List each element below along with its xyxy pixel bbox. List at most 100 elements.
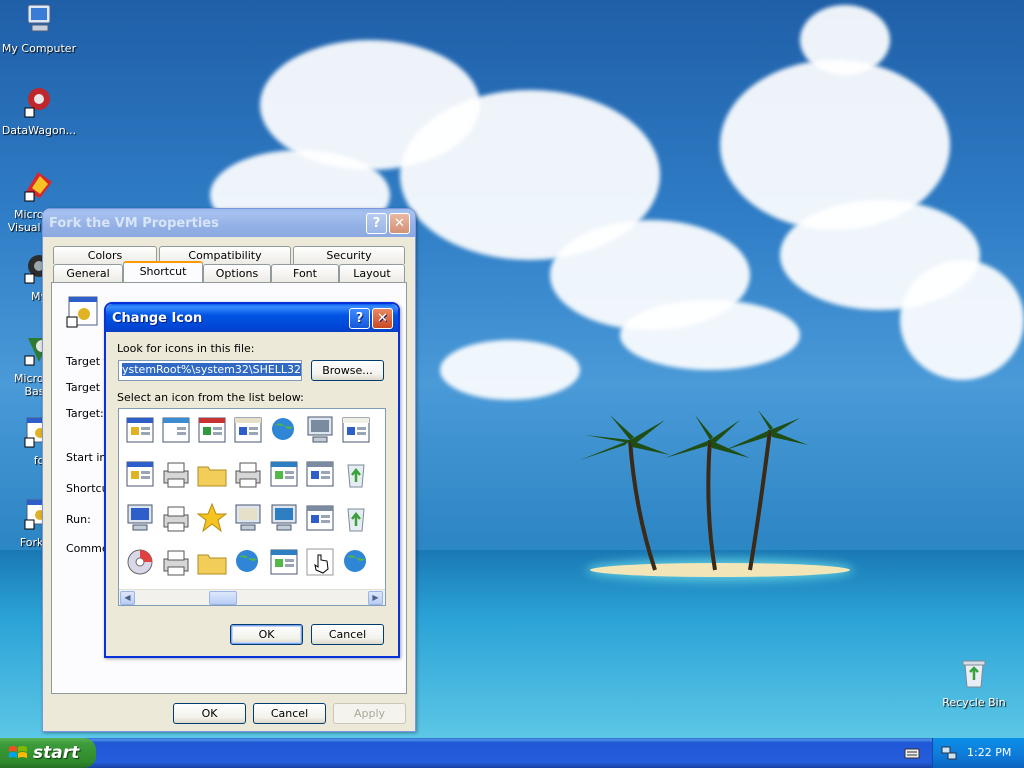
- help-button[interactable]: ?: [366, 212, 387, 234]
- favorites-star-icon: [196, 502, 228, 533]
- icon-cell[interactable]: [339, 545, 373, 579]
- properties-ok-button[interactable]: OK: [173, 703, 246, 724]
- run-label: Run:: [66, 513, 91, 526]
- tab-security[interactable]: Security: [293, 246, 405, 264]
- close-icon: ✕: [394, 215, 405, 231]
- application-gear-icon: [126, 417, 154, 443]
- properties-window-title: Fork the VM Properties: [49, 215, 219, 231]
- window-grid-icon: [342, 417, 370, 443]
- icon-cell[interactable]: [123, 457, 157, 491]
- system-tray: 1:22 PM: [932, 738, 1024, 768]
- properties-apply-button[interactable]: Apply: [333, 703, 406, 724]
- close-button[interactable]: ✕: [389, 212, 410, 234]
- browse-button[interactable]: Browse...: [311, 360, 384, 381]
- scroll-thumb[interactable]: [209, 591, 237, 605]
- tab-options[interactable]: Options: [203, 264, 271, 282]
- close-button[interactable]: ✕: [372, 307, 393, 329]
- desktop-icon-datawagon[interactable]: DataWagon...: [0, 84, 78, 137]
- icon-cell[interactable]: [231, 413, 265, 447]
- change-icon-titlebar[interactable]: Change Icon ? ✕: [106, 304, 398, 332]
- change-icon-cancel-button[interactable]: Cancel: [311, 624, 384, 645]
- icon-cell[interactable]: [159, 457, 193, 491]
- partial-icon: [375, 545, 386, 579]
- icon-cell[interactable]: [339, 413, 373, 447]
- icon-list[interactable]: ◀ ▶: [118, 408, 386, 606]
- close-icon: ✕: [377, 310, 388, 326]
- disk-printer-icon: [163, 550, 189, 576]
- network-computer-icon: [307, 416, 333, 443]
- window-list-icon: [270, 461, 298, 487]
- cd-drive-icon: [127, 549, 153, 575]
- icon-cell[interactable]: [267, 413, 301, 447]
- computer-error-icon: [127, 504, 153, 531]
- help-button[interactable]: ?: [349, 307, 370, 329]
- partial-icon: [375, 413, 386, 447]
- icon-cell[interactable]: [303, 457, 337, 491]
- clock[interactable]: 1:22 PM: [967, 746, 1011, 759]
- scroll-right-button[interactable]: ▶: [368, 591, 383, 605]
- icon-cell[interactable]: [303, 501, 337, 535]
- icon-cell[interactable]: [375, 545, 386, 579]
- icon-cell[interactable]: [195, 413, 229, 447]
- icon-cell[interactable]: [195, 545, 229, 579]
- icon-cell[interactable]: [375, 457, 386, 491]
- keyboard-icon[interactable]: [904, 746, 920, 760]
- icon-cell[interactable]: [123, 501, 157, 535]
- file-path-input[interactable]: ystemRoot%\system32\SHELL32.dll: [118, 360, 302, 381]
- scroll-left-button[interactable]: ◀: [120, 591, 135, 605]
- icon-cell[interactable]: [195, 457, 229, 491]
- icon-cell[interactable]: [159, 501, 193, 535]
- tab-general[interactable]: General: [53, 264, 123, 282]
- network-tree-icon: [234, 417, 262, 443]
- icon-cell[interactable]: [231, 545, 265, 579]
- icon-cell[interactable]: [267, 545, 301, 579]
- partial-icon: [375, 457, 386, 491]
- my-computer-icon: [27, 4, 51, 32]
- internet-globe-icon: [272, 418, 294, 440]
- printer-setup-icon: [235, 462, 261, 488]
- tab-shortcut[interactable]: Shortcut: [123, 261, 203, 282]
- icon-cell[interactable]: [303, 545, 337, 579]
- icon-cell[interactable]: [123, 545, 157, 579]
- icon-cell[interactable]: [123, 413, 157, 447]
- error-document-icon: [126, 461, 154, 487]
- properties-titlebar[interactable]: Fork the VM Properties ? ✕: [43, 209, 415, 237]
- icon-cell[interactable]: [231, 501, 265, 535]
- icon-cell[interactable]: [231, 457, 265, 491]
- icon-cell[interactable]: [159, 413, 193, 447]
- icon-cell[interactable]: [339, 501, 373, 535]
- question-mark-icon: ?: [355, 310, 364, 326]
- printer-check-icon: [163, 506, 189, 532]
- icon-cell[interactable]: [159, 545, 193, 579]
- change-icon-ok-button[interactable]: OK: [230, 624, 303, 645]
- properties-cancel-button[interactable]: Cancel: [253, 703, 326, 724]
- icon-cell[interactable]: [339, 457, 373, 491]
- visual-studio-icon: [24, 172, 52, 202]
- folder-list-icon: [197, 554, 227, 575]
- target-label: Target:: [66, 407, 104, 420]
- control-panel-blocks-icon: [198, 417, 226, 443]
- icon-cell[interactable]: [195, 501, 229, 535]
- desktop-icon-recycle-bin[interactable]: Recycle Bin: [935, 656, 1013, 709]
- tab-layout[interactable]: Layout: [339, 264, 405, 282]
- desktop-icon-my-computer[interactable]: My Computer: [0, 2, 78, 55]
- icon-cell[interactable]: [267, 457, 301, 491]
- globe-picture-icon: [236, 550, 258, 572]
- tab-font[interactable]: Font: [271, 264, 339, 282]
- icon-cell[interactable]: [375, 413, 386, 447]
- icon-cell[interactable]: [303, 413, 337, 447]
- shortcut-key-label: Shortcu: [66, 482, 109, 495]
- icon-cell[interactable]: [375, 501, 385, 535]
- datawagon-icon: [24, 88, 50, 118]
- palm-trees: [580, 410, 808, 571]
- start-button[interactable]: start: [0, 738, 96, 768]
- select-icon-label: Select an icon from the list below:: [117, 391, 304, 404]
- hand-cursor-icon: [306, 548, 334, 576]
- icon-cell[interactable]: [267, 501, 301, 535]
- horizontal-scrollbar[interactable]: ◀ ▶: [119, 589, 385, 605]
- printer-folder-icon: [163, 462, 189, 488]
- recycle-bin-icon: [347, 508, 365, 532]
- taskbar: start 1:22 PM: [0, 738, 1024, 768]
- network-icon[interactable]: [941, 745, 957, 761]
- folder-check-icon: [197, 466, 227, 487]
